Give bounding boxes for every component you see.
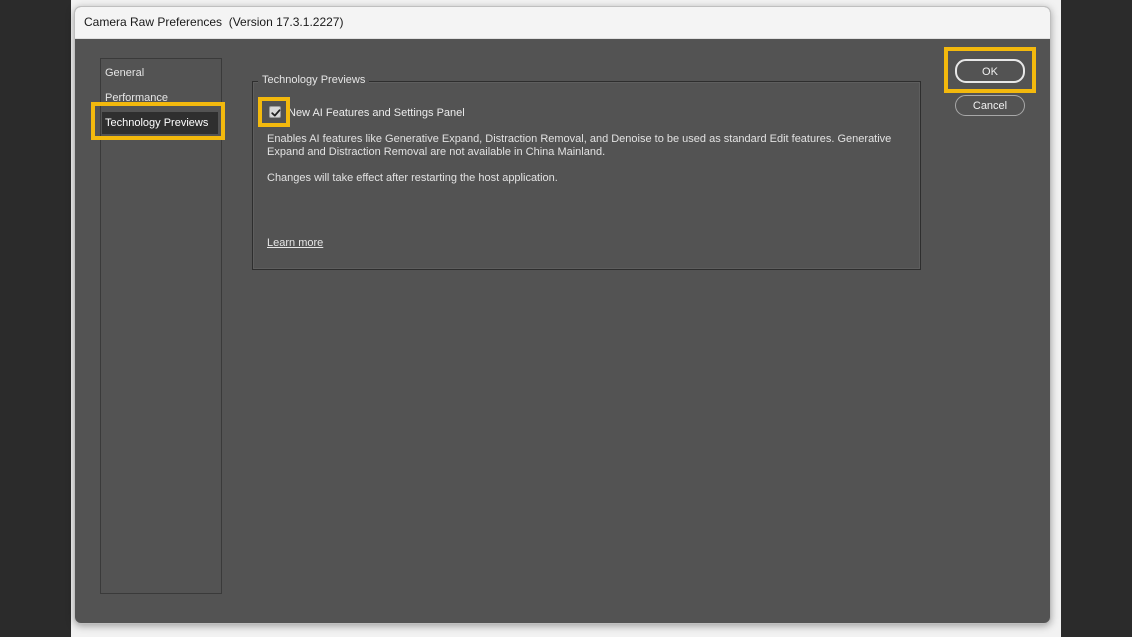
cancel-button[interactable]: Cancel [955, 95, 1025, 116]
checkmark-icon [271, 109, 281, 117]
ok-button[interactable]: OK [955, 59, 1025, 83]
nav-item-performance[interactable]: Performance [102, 87, 218, 109]
nav-item-technology-previews[interactable]: Technology Previews [102, 112, 218, 134]
window-title: Camera Raw Preferences (Version 17.3.1.2… [84, 15, 344, 29]
group-title: Technology Previews [258, 74, 370, 86]
restart-note: Changes will take effect after restartin… [267, 172, 558, 184]
nav-item-general[interactable]: General [102, 62, 218, 84]
learn-more-link[interactable]: Learn more [267, 237, 323, 249]
title-bar[interactable]: Camera Raw Preferences (Version 17.3.1.2… [75, 7, 1050, 39]
new-ai-features-checkbox[interactable] [269, 106, 281, 118]
preferences-nav-list: General Performance Technology Previews [100, 58, 222, 594]
preferences-dialog: Camera Raw Preferences (Version 17.3.1.2… [74, 6, 1051, 624]
new-ai-features-label[interactable]: New AI Features and Settings Panel [288, 107, 465, 119]
feature-description: Enables AI features like Generative Expa… [267, 133, 892, 158]
